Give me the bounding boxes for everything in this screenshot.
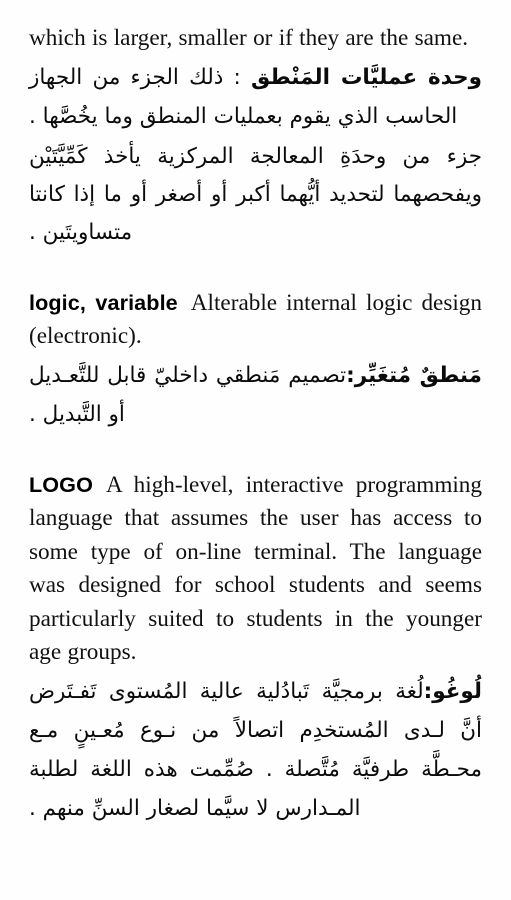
english-definition-text: A high-level, interactive programming la… [29,471,482,666]
arabic-definition-text: لُغة برمجيَّة تَبادُلية عالية المُستوى ت… [29,678,482,821]
arabic-headword: مَنطقٌ مُتغَيِّر: [346,362,482,388]
entry-headword: LOGO [29,471,93,497]
english-entry-paragraph: logic, variable Alterable internal logic … [29,286,482,354]
arabic-entry-paragraph: لُوغُو:لُغة برمجيَّة تَبادُلية عالية الم… [29,672,482,828]
english-definition-paragraph: which is larger, smaller or if they are … [29,25,469,51]
dictionary-entry-logic-variable: logic, variable Alterable internal logic … [29,286,482,434]
arabic-entry-paragraph: مَنطقٌ مُتغَيِّر:تصميم مَنطقي داخليّ قاب… [29,356,482,434]
entry-headword: logic, variable [29,289,178,315]
dictionary-page: which is larger, smaller or if they are … [0,0,511,900]
english-entry-paragraph: LOGO A high-level, interactive programmin… [29,468,482,670]
arabic-definition-paragraph: وحدة عمليَّات المَنْطق : ذلك الجزء من ال… [29,58,482,136]
arabic-extra-paragraph: جزء من وحدَةِ المعالجة المركزية يأخذ كَم… [29,143,482,245]
dictionary-entry-arithmetic-logic-unit: which is larger, smaller or if they are … [29,22,482,252]
arabic-separator: : [223,64,252,90]
arabic-headword: لُوغُو: [423,678,482,704]
dictionary-entry-logo: LOGO A high-level, interactive programmin… [29,468,482,828]
arabic-definition-text: تصميم مَنطقي داخليّ قابل للتَّعـديل أو ا… [29,362,347,427]
arabic-headword: وحدة عمليَّات المَنْطق [251,64,482,90]
